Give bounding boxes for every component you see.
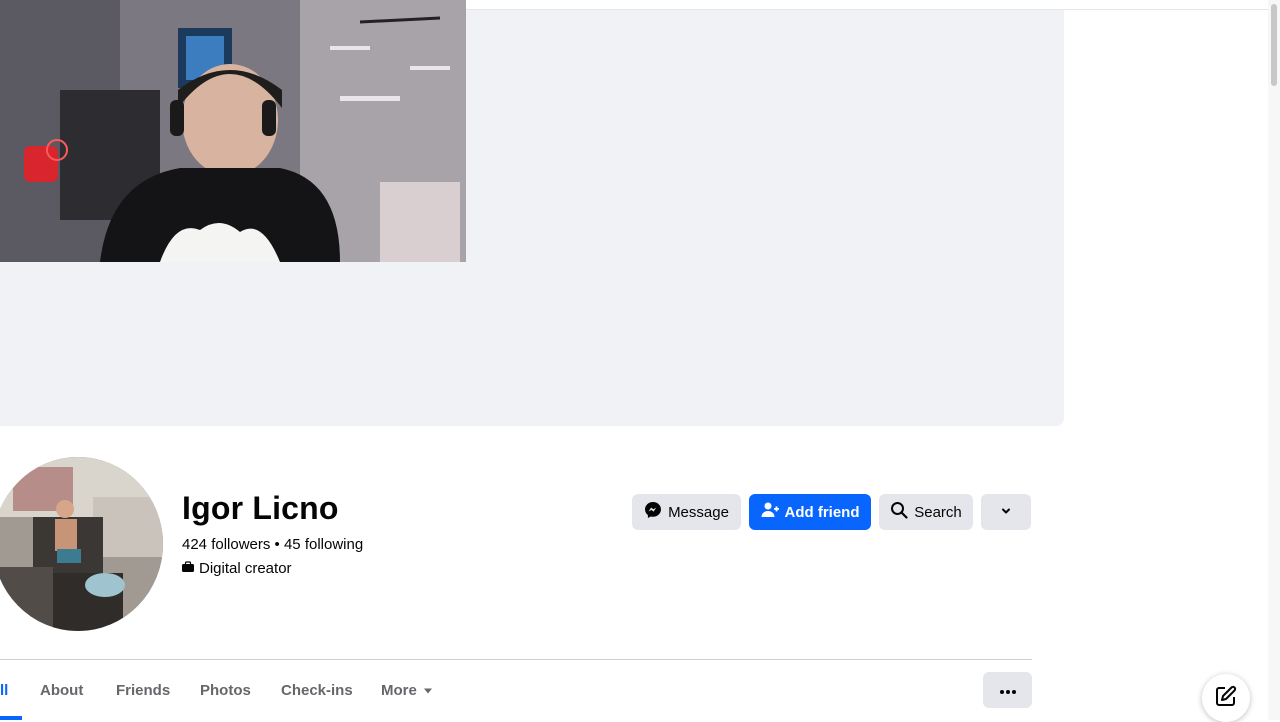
tab-more-label: More: [381, 682, 417, 699]
compose-icon: [1215, 685, 1237, 712]
tab-photos[interactable]: Photos: [200, 672, 251, 710]
tab-checkins[interactable]: Check-ins: [281, 672, 353, 710]
active-tab-indicator: [0, 716, 22, 720]
tabs-more-options-button[interactable]: [983, 672, 1032, 708]
briefcase-icon: [182, 560, 194, 577]
tab-about[interactable]: About: [40, 672, 83, 710]
chevron-down-icon: [1000, 504, 1012, 521]
page-scrollbar[interactable]: [1268, 0, 1280, 720]
profile-name: Igor Licno: [182, 490, 339, 526]
search-button[interactable]: Search: [879, 494, 973, 530]
ellipsis-icon: [999, 681, 1016, 699]
message-button[interactable]: Message: [632, 494, 741, 530]
follow-stats[interactable]: 424 followers • 45 following: [182, 536, 363, 553]
scrollbar-thumb[interactable]: [1271, 4, 1277, 86]
tab-all[interactable]: ll: [0, 672, 8, 710]
right-rail: [1064, 10, 1268, 720]
category-label: Digital creator: [199, 560, 292, 577]
webcam-overlay: [0, 0, 466, 262]
profile-category: Digital creator: [182, 560, 292, 577]
webcam-image: [0, 0, 466, 262]
add-friend-label: Add friend: [784, 503, 860, 521]
tab-friends[interactable]: Friends: [116, 672, 170, 710]
search-icon: [890, 501, 908, 523]
search-label: Search: [914, 503, 962, 521]
add-friend-button[interactable]: Add friend: [749, 494, 871, 530]
add-friend-icon: [761, 501, 779, 523]
messenger-icon: [644, 501, 662, 523]
tab-more[interactable]: More: [381, 672, 433, 710]
avatar-photo: [0, 457, 163, 631]
caret-down-icon: [423, 672, 433, 710]
new-message-button[interactable]: [1202, 674, 1250, 722]
message-label: Message: [668, 503, 729, 521]
profile-avatar[interactable]: [0, 454, 166, 634]
profile-options-button[interactable]: [981, 494, 1031, 530]
profile-divider: [0, 659, 1032, 660]
